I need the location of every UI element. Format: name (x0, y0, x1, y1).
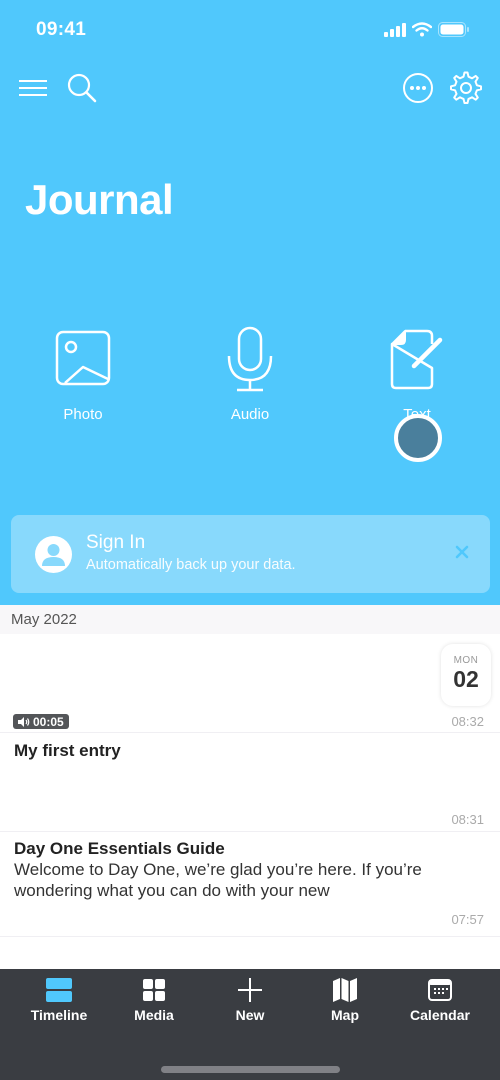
tab-label: Calendar (410, 1007, 470, 1023)
touch-indicator (394, 414, 442, 462)
speaker-icon (18, 716, 30, 727)
audio-duration: 00:05 (33, 714, 64, 729)
entry-title: My first entry (14, 741, 121, 760)
signal-icon (384, 22, 406, 37)
signin-title: Sign In (86, 532, 146, 553)
home-indicator[interactable] (161, 1066, 340, 1073)
entry-time: 07:57 (451, 912, 484, 927)
hamburger-menu-icon (19, 80, 47, 96)
toolbar (0, 70, 500, 110)
tab-calendar[interactable]: Calendar (395, 977, 485, 1023)
tab-label: Media (134, 1007, 174, 1023)
tab-label: New (235, 1007, 265, 1023)
entry-time: 08:32 (451, 714, 484, 729)
settings-button[interactable] (448, 70, 484, 106)
quick-action-text[interactable]: Text (357, 326, 477, 423)
search-icon (67, 73, 97, 103)
map-icon (333, 978, 357, 1002)
more-button[interactable] (400, 70, 436, 106)
day-of-week: MON (453, 655, 479, 666)
section-label: May 2022 (11, 611, 77, 628)
divider (0, 936, 500, 937)
grid-icon (143, 979, 165, 1001)
quick-action-photo[interactable]: Photo (23, 326, 143, 423)
tab-map[interactable]: Map (300, 977, 390, 1023)
wifi-icon (412, 22, 432, 37)
audio-duration-badge: 00:05 (13, 714, 69, 729)
signin-banner[interactable]: Sign In Automatically back up your data. (11, 515, 490, 593)
status-bar: 09:41 (0, 0, 500, 60)
tab-bar: Timeline Media New Map Calendar (0, 969, 500, 1080)
menu-button[interactable] (15, 70, 51, 106)
tab-label: Timeline (30, 1007, 88, 1023)
entry-title: Day One Essentials Guide (14, 839, 225, 858)
quick-action-label: Audio (230, 406, 270, 423)
ellipsis-circle-icon (403, 73, 433, 103)
day-number: 02 (453, 666, 479, 692)
list-item[interactable]: My first entry 08:31 (0, 733, 500, 831)
journal-header: 09:41 Journal Photo Audio Sign In Automa… (0, 0, 500, 605)
tab-timeline[interactable]: Timeline (14, 977, 104, 1023)
battery-icon (438, 22, 469, 37)
status-icons (384, 22, 470, 37)
microphone-icon (227, 326, 273, 392)
user-avatar-icon (35, 536, 72, 573)
section-header: May 2022 (0, 605, 500, 634)
document-pencil-icon (390, 329, 443, 390)
photo-icon (55, 330, 111, 386)
close-icon[interactable] (454, 544, 470, 560)
entry-body: Welcome to Day One, we’re glad you’re he… (14, 860, 422, 900)
search-button[interactable] (64, 70, 100, 106)
tab-label: Map (331, 1007, 359, 1023)
list-item[interactable]: MON 02 00:05 08:32 (0, 634, 500, 732)
timeline-icon (46, 978, 72, 1002)
quick-action-audio[interactable]: Audio (190, 326, 310, 423)
journal-title: Journal (25, 176, 174, 223)
entry-list[interactable]: MON 02 00:05 08:32 My first entry 08:31 … (0, 634, 500, 969)
quick-action-label: Photo (63, 406, 103, 423)
status-time: 09:41 (36, 19, 87, 40)
gear-icon (450, 71, 482, 104)
tab-media[interactable]: Media (109, 977, 199, 1023)
date-badge: MON 02 (441, 644, 491, 706)
list-item[interactable]: Day One Essentials Guide Welcome to Day … (0, 832, 500, 936)
entry-time: 08:31 (451, 812, 484, 827)
calendar-icon (428, 979, 452, 1001)
tab-new[interactable]: New (205, 977, 295, 1023)
plus-icon (238, 978, 262, 1002)
signin-subtitle: Automatically back up your data. (86, 557, 296, 573)
